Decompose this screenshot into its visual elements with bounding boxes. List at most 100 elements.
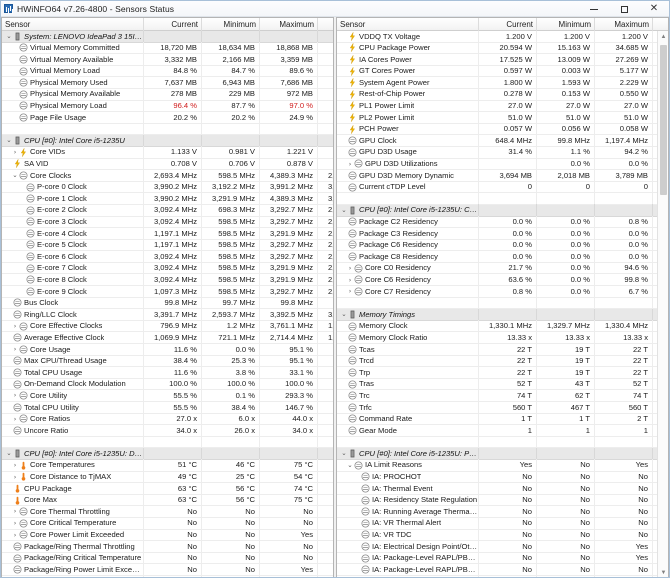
sensor-row[interactable]: Total CPU Utility 55.5 %38.4 %146.7 %87.8… — [2, 401, 333, 414]
column-header-minimum[interactable]: Minimum — [202, 18, 260, 31]
close-button[interactable]: ✕ — [639, 1, 669, 17]
sensor-row[interactable]: Trp 22 T 19 T 22 T — [337, 366, 668, 379]
sensor-row[interactable]: On-Demand Clock Modulation 100.0 % 100.0 %… — [2, 378, 333, 391]
sensor-row[interactable]: › Core Critical Temperature No No No — [2, 517, 333, 530]
sensor-row[interactable]: IA: Running Average Thermal Limit No No No — [337, 505, 668, 518]
sensor-row[interactable]: › GPU D3D Utilizations 0.0 % 0.0 % — [337, 158, 668, 171]
sensor-row[interactable]: IA: Package-Level RAPL/PBM PL2,...NoNoNo — [337, 563, 668, 576]
sensor-row[interactable]: Core Max63 °C56 °C75 °C63 °C — [2, 494, 333, 507]
expand-toggle-icon[interactable]: › — [11, 413, 19, 424]
sensor-row[interactable]: PL1 Power Limit27.0 W27.0 W27.0 W27.0 W — [337, 100, 668, 113]
sensor-row[interactable]: Max CPU/Thread Usage 38.4 %25.3 %95.1 %69… — [2, 355, 333, 368]
sensor-row[interactable]: ›Core C7 Residency0.8 %0.0 %6.7 %0.1 % — [337, 285, 668, 298]
sensor-row[interactable]: Average Effective Clock 1,069.9 MHz 721.1 … — [2, 331, 333, 345]
sensor-row[interactable]: IA: Package-Level RAPL/PBM PL1 No No Yes — [337, 552, 668, 565]
sensor-row[interactable]: › Core Effective Clocks 796.9 MHz 1.2 MHz 3,… — [2, 320, 333, 333]
collapse-toggle-icon[interactable]: ⌄ — [5, 448, 13, 459]
sensor-row[interactable]: Gear Mode 1 1 1 — [337, 424, 668, 437]
column-header-current[interactable]: Current — [144, 18, 202, 31]
maximize-button[interactable] — [609, 1, 639, 17]
sensor-row[interactable]: E-core 8 Clock 3,092.4 MHz 598.5 MHz 3,291.… — [2, 273, 333, 287]
sensor-row[interactable]: › Core Distance to TjMAX 49 °C25 °C54 °C45… — [2, 471, 333, 484]
sensor-row[interactable]: Physical Memory Used 7,637 MB 6,943 MB 7,68… — [2, 76, 333, 89]
expand-toggle-icon[interactable]: › — [346, 158, 354, 169]
sensor-row[interactable]: IA: Electrical Design Point/Other (...No… — [337, 540, 668, 553]
scroll-down-icon[interactable]: ▼ — [658, 567, 668, 577]
expand-toggle-icon[interactable]: › — [11, 344, 19, 355]
sensor-row[interactable]: Trcd 22 T 19 T 22 T — [337, 355, 668, 368]
scrollbar-thumb[interactable] — [660, 45, 667, 195]
column-header-average[interactable]: Average — [318, 18, 333, 31]
sensor-row[interactable]: P-core 0 Clock 3,990.2 MHz 3,192.2 MHz 3,99… — [2, 181, 333, 194]
sensor-row[interactable]: System Agent Power1.800 W1.593 W2.229 W1… — [337, 76, 668, 89]
sensor-row[interactable]: Package C6 Residency0.0 %0.0 %0.0 %0.0 % — [337, 239, 668, 252]
sensor-row[interactable]: CPU Package 63 °C56 °C74 °C62 °C — [2, 482, 333, 495]
sensor-row[interactable]: Virtual Memory Load 84.8 %84.7 %89.6 %88.… — [2, 65, 333, 78]
expand-toggle-icon[interactable]: › — [11, 321, 19, 332]
sensor-row[interactable]: Ring/LLC Clock 3,391.7 MHz 2,593.7 MHz 3,39… — [2, 308, 333, 321]
sensor-row[interactable]: E-core 6 Clock 3,092.4 MHz 598.5 MHz 3,292.… — [2, 250, 333, 263]
sensor-row[interactable]: E-core 2 Clock 3,092.4 MHz 698.3 MHz 3,292.… — [2, 204, 333, 217]
sensor-row[interactable]: Physical Memory Available 278 MB 229 MB 972… — [2, 88, 333, 101]
sensor-row[interactable]: GPU D3D Memory Dynamic 3,694 MB 2,018 MB 3,… — [337, 169, 668, 182]
sensor-row[interactable]: Bus Clock99.8 MHz99.7 MHz99.8 MHz99.8 MH… — [2, 297, 333, 310]
column-header-average[interactable]: Average — [653, 18, 668, 31]
collapse-toggle-icon[interactable]: ⌄ — [340, 309, 348, 320]
sensor-row[interactable]: IA: PROCHOT No No No — [337, 471, 668, 484]
sensor-row[interactable]: Trfc 560 T 467 T 560 T — [337, 401, 668, 414]
sensor-row[interactable]: › Core Ratios 27.0 x6.0 x44.0 x29.7 x — [2, 413, 333, 426]
sensor-group-header-row[interactable]: ⌄ CPU [#0]: Intel Core i5-1235U: C-Sta... — [337, 204, 668, 217]
collapse-toggle-icon[interactable]: ⌄ — [5, 31, 13, 42]
sensor-row[interactable]: ⌄ Core Clocks 2,693.4 MHz 598.5 MHz 4,389.3 … — [2, 169, 333, 182]
sensor-row[interactable]: › Core Utility 55.5 %0.1 %293.3 %87.8 % — [2, 389, 333, 402]
collapse-toggle-icon[interactable]: ⌄ — [5, 135, 13, 146]
sensor-row[interactable]: Current cTDP Level0000 — [337, 181, 668, 194]
sensor-row[interactable]: P-core 1 Clock 3,990.2 MHz 3,291.9 MHz 4,38… — [2, 192, 333, 205]
sensor-row[interactable]: GT Cores Power0.597 W0.003 W5.177 W4.610… — [337, 65, 668, 78]
sensor-row[interactable]: Package C8 Residency0.0 %0.0 %0.0 %0.0 % — [337, 250, 668, 263]
sensor-row[interactable]: E-core 7 Clock 3,092.4 MHz 598.5 MHz 3,291.… — [2, 262, 333, 275]
sensor-row[interactable]: E-core 3 Clock 3,092.4 MHz 598.5 MHz 3,292.… — [2, 216, 333, 229]
scroll-up-icon[interactable]: ▲ — [658, 31, 668, 42]
minimize-button[interactable] — [579, 1, 609, 17]
sensor-group-header-row[interactable]: ⌄ CPU [#0]: Intel Core i5-1235U — [2, 134, 333, 147]
sensor-row[interactable]: Virtual Memory Available 3,332 MB 2,166 MB… — [2, 53, 333, 66]
sensor-row[interactable]: Rest-of-Chip Power0.278 W0.153 W0.550 W0… — [337, 88, 668, 101]
sensor-row[interactable]: Package C3 Residency0.0 %0.0 %0.0 %0.0 % — [337, 227, 668, 240]
expand-toggle-icon[interactable]: › — [346, 274, 354, 285]
sensor-row[interactable]: SA VID 0.708 V0.706 V0.878 V0.710 V — [2, 158, 333, 171]
sensor-row[interactable]: GPU D3D Usage31.4 %1.1 %94.2 %84.3 % — [337, 146, 668, 159]
expand-toggle-icon[interactable]: › — [11, 460, 19, 471]
sensor-row[interactable]: Memory Clock 1,330.1 MHz 1,329.7 MHz 1,330.… — [337, 320, 668, 333]
sensor-row[interactable]: Physical Memory Load 96.4 %87.7 %97.0 %94… — [2, 100, 333, 113]
expand-toggle-icon[interactable]: › — [11, 518, 19, 529]
sensor-group-header-row[interactable]: ⌄ CPU [#0]: Intel Core i5-1235U: DTS — [2, 447, 333, 460]
sensor-row[interactable]: CPU Package Power 20.594 W 15.163 W 34.685 … — [337, 42, 668, 55]
expand-toggle-icon[interactable]: › — [11, 471, 19, 482]
sensor-row[interactable]: IA: VR Thermal Alert No No No — [337, 517, 668, 530]
collapse-toggle-icon[interactable]: ⌄ — [340, 448, 348, 459]
sensor-row[interactable]: Package C2 Residency0.0 %0.0 %0.8 %0.0 % — [337, 216, 668, 229]
vertical-scrollbar[interactable]: ▲ ▼ — [657, 31, 668, 577]
sensor-row[interactable]: Command Rate 1 T1 T2 T — [337, 413, 668, 426]
sensor-row[interactable]: E-core 5 Clock 1,197.1 MHz 598.5 MHz 3,292.… — [2, 239, 333, 252]
sensor-row[interactable]: ⌄ IA Limit Reasons Yes No Yes — [337, 459, 668, 472]
expand-toggle-icon[interactable]: › — [11, 390, 19, 401]
expand-toggle-icon[interactable]: › — [346, 263, 354, 274]
sensor-row[interactable]: Memory Clock Ratio13.33 x13.33 x13.33 x1… — [337, 331, 668, 345]
sensor-row[interactable]: IA: Residency State Regulation No No No — [337, 494, 668, 507]
sensor-row[interactable]: › Core Thermal Throttling No No No — [2, 505, 333, 518]
collapse-toggle-icon[interactable]: ⌄ — [346, 460, 354, 471]
sensor-row[interactable]: ›Core C6 Residency63.6 %0.0 %99.8 %53.7 … — [337, 273, 668, 287]
sensor-row[interactable]: Package/Ring Critical Temperature No No No — [2, 552, 333, 565]
sensor-row[interactable]: E-core 9 Clock 1,097.3 MHz 598.5 MHz 3,292.… — [2, 285, 333, 298]
column-header-current[interactable]: Current — [479, 18, 537, 31]
sensor-row[interactable]: Tcas 22 T 19 T 22 T — [337, 343, 668, 356]
sensor-group-header-row[interactable]: ⌄ System: LENOVO IdeaPad 3 15IAU7 — [2, 30, 333, 43]
sensor-row[interactable]: Uncore Ratio34.0 x26.0 x34.0 x34.0 x — [2, 424, 333, 437]
sensor-row[interactable]: › Core VIDs 1.133 V0.981 V1.221 V1.148 V — [2, 146, 333, 159]
expand-toggle-icon[interactable]: › — [11, 147, 19, 158]
sensor-row[interactable]: IA Cores Power17.525 W13.009 W27.269 W18… — [337, 53, 668, 66]
sensor-row[interactable]: Virtual Memory Committed 18,720 MB 18,634 … — [2, 42, 333, 55]
sensor-row[interactable]: GPU Clock648.4 MHz99.8 MHz1,197.4 MHz1,0… — [337, 134, 668, 147]
